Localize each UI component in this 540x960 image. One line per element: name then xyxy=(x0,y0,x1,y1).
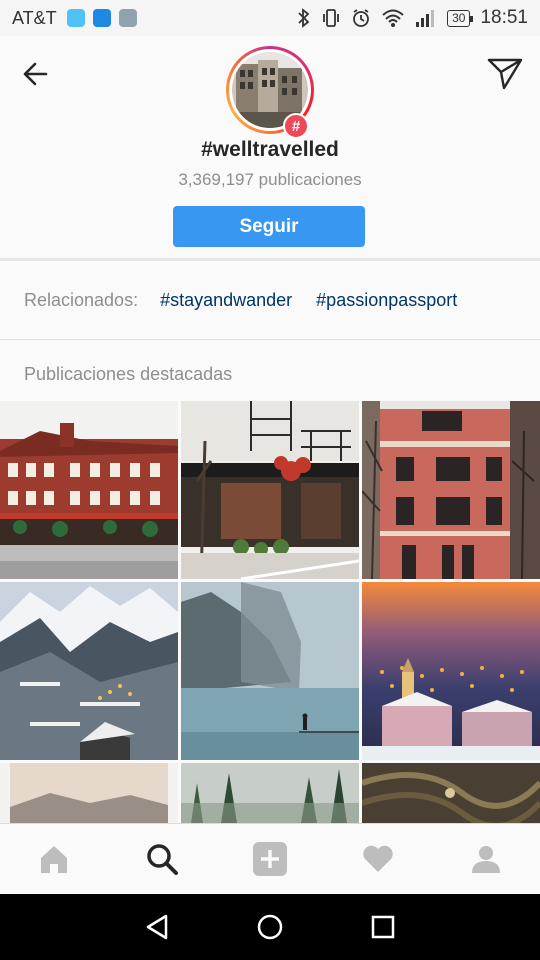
system-back-button[interactable] xyxy=(133,903,181,951)
carrier-name: AT&T xyxy=(12,7,57,28)
triangle-back-icon xyxy=(146,914,167,940)
tab-profile[interactable] xyxy=(459,832,513,886)
post-thumbnail[interactable] xyxy=(181,401,359,579)
featured-posts-grid xyxy=(0,401,540,823)
hashtag-badge: # xyxy=(283,113,309,139)
featured-posts-title: Publicaciones destacadas xyxy=(24,364,233,384)
activity-heart-icon xyxy=(363,845,393,872)
paper-plane-icon xyxy=(487,58,523,90)
wifi-icon xyxy=(382,9,404,27)
tab-home[interactable] xyxy=(27,832,81,886)
post-thumbnail[interactable] xyxy=(0,763,178,823)
bottom-tab-bar xyxy=(0,823,540,894)
add-post-icon xyxy=(253,842,287,876)
post-thumbnail[interactable] xyxy=(181,763,359,823)
battery-icon: 30 xyxy=(447,9,474,27)
system-home-button[interactable] xyxy=(246,903,294,951)
share-button[interactable] xyxy=(486,54,524,92)
system-recents-button[interactable] xyxy=(359,903,407,951)
related-tag-stayandwander[interactable]: #stayandwander xyxy=(160,290,292,311)
square-recents-icon xyxy=(372,915,395,939)
follow-button[interactable]: Seguir xyxy=(173,206,365,247)
image-notification-icon xyxy=(118,9,137,27)
tab-new-post[interactable] xyxy=(243,832,297,886)
profile-icon xyxy=(472,846,500,873)
tab-search[interactable] xyxy=(135,832,189,886)
related-tag-passionpassport[interactable]: #passionpassport xyxy=(316,290,457,311)
alarm-icon xyxy=(353,9,369,27)
arrow-left-icon xyxy=(23,62,48,86)
post-thumbnail[interactable] xyxy=(0,401,178,579)
system-navigation-bar xyxy=(0,894,540,960)
related-hashtags: Relacionados: #stayandwander #passionpas… xyxy=(0,261,540,339)
search-icon xyxy=(147,844,178,875)
hashtag-header: # #welltravelled 3,369,197 publicaciones… xyxy=(0,36,540,260)
screen: AT&T 30 18:51 # #welltravelled 3,369,197… xyxy=(0,0,540,960)
related-label: Relacionados: xyxy=(24,289,139,310)
hashtag-title: #welltravelled xyxy=(201,138,339,161)
voicemail-icon xyxy=(92,9,111,27)
post-thumbnail[interactable] xyxy=(362,582,540,760)
post-thumbnail[interactable] xyxy=(181,582,359,760)
divider xyxy=(0,339,540,340)
home-icon xyxy=(41,846,67,873)
post-thumbnail[interactable] xyxy=(362,763,540,823)
vibrate-icon xyxy=(323,9,339,27)
post-thumbnail[interactable] xyxy=(0,582,178,760)
circle-home-icon xyxy=(257,914,283,940)
back-button[interactable] xyxy=(18,56,54,92)
post-count: 3,369,197 publicaciones xyxy=(178,170,362,189)
clock: 18:51 xyxy=(480,7,528,28)
post-thumbnail[interactable] xyxy=(362,401,540,579)
tab-activity[interactable] xyxy=(351,832,405,886)
status-bar: AT&T 30 18:51 xyxy=(0,0,540,36)
signal-icon xyxy=(416,10,435,27)
sync-app-icon xyxy=(66,9,85,27)
bluetooth-icon xyxy=(298,8,310,28)
